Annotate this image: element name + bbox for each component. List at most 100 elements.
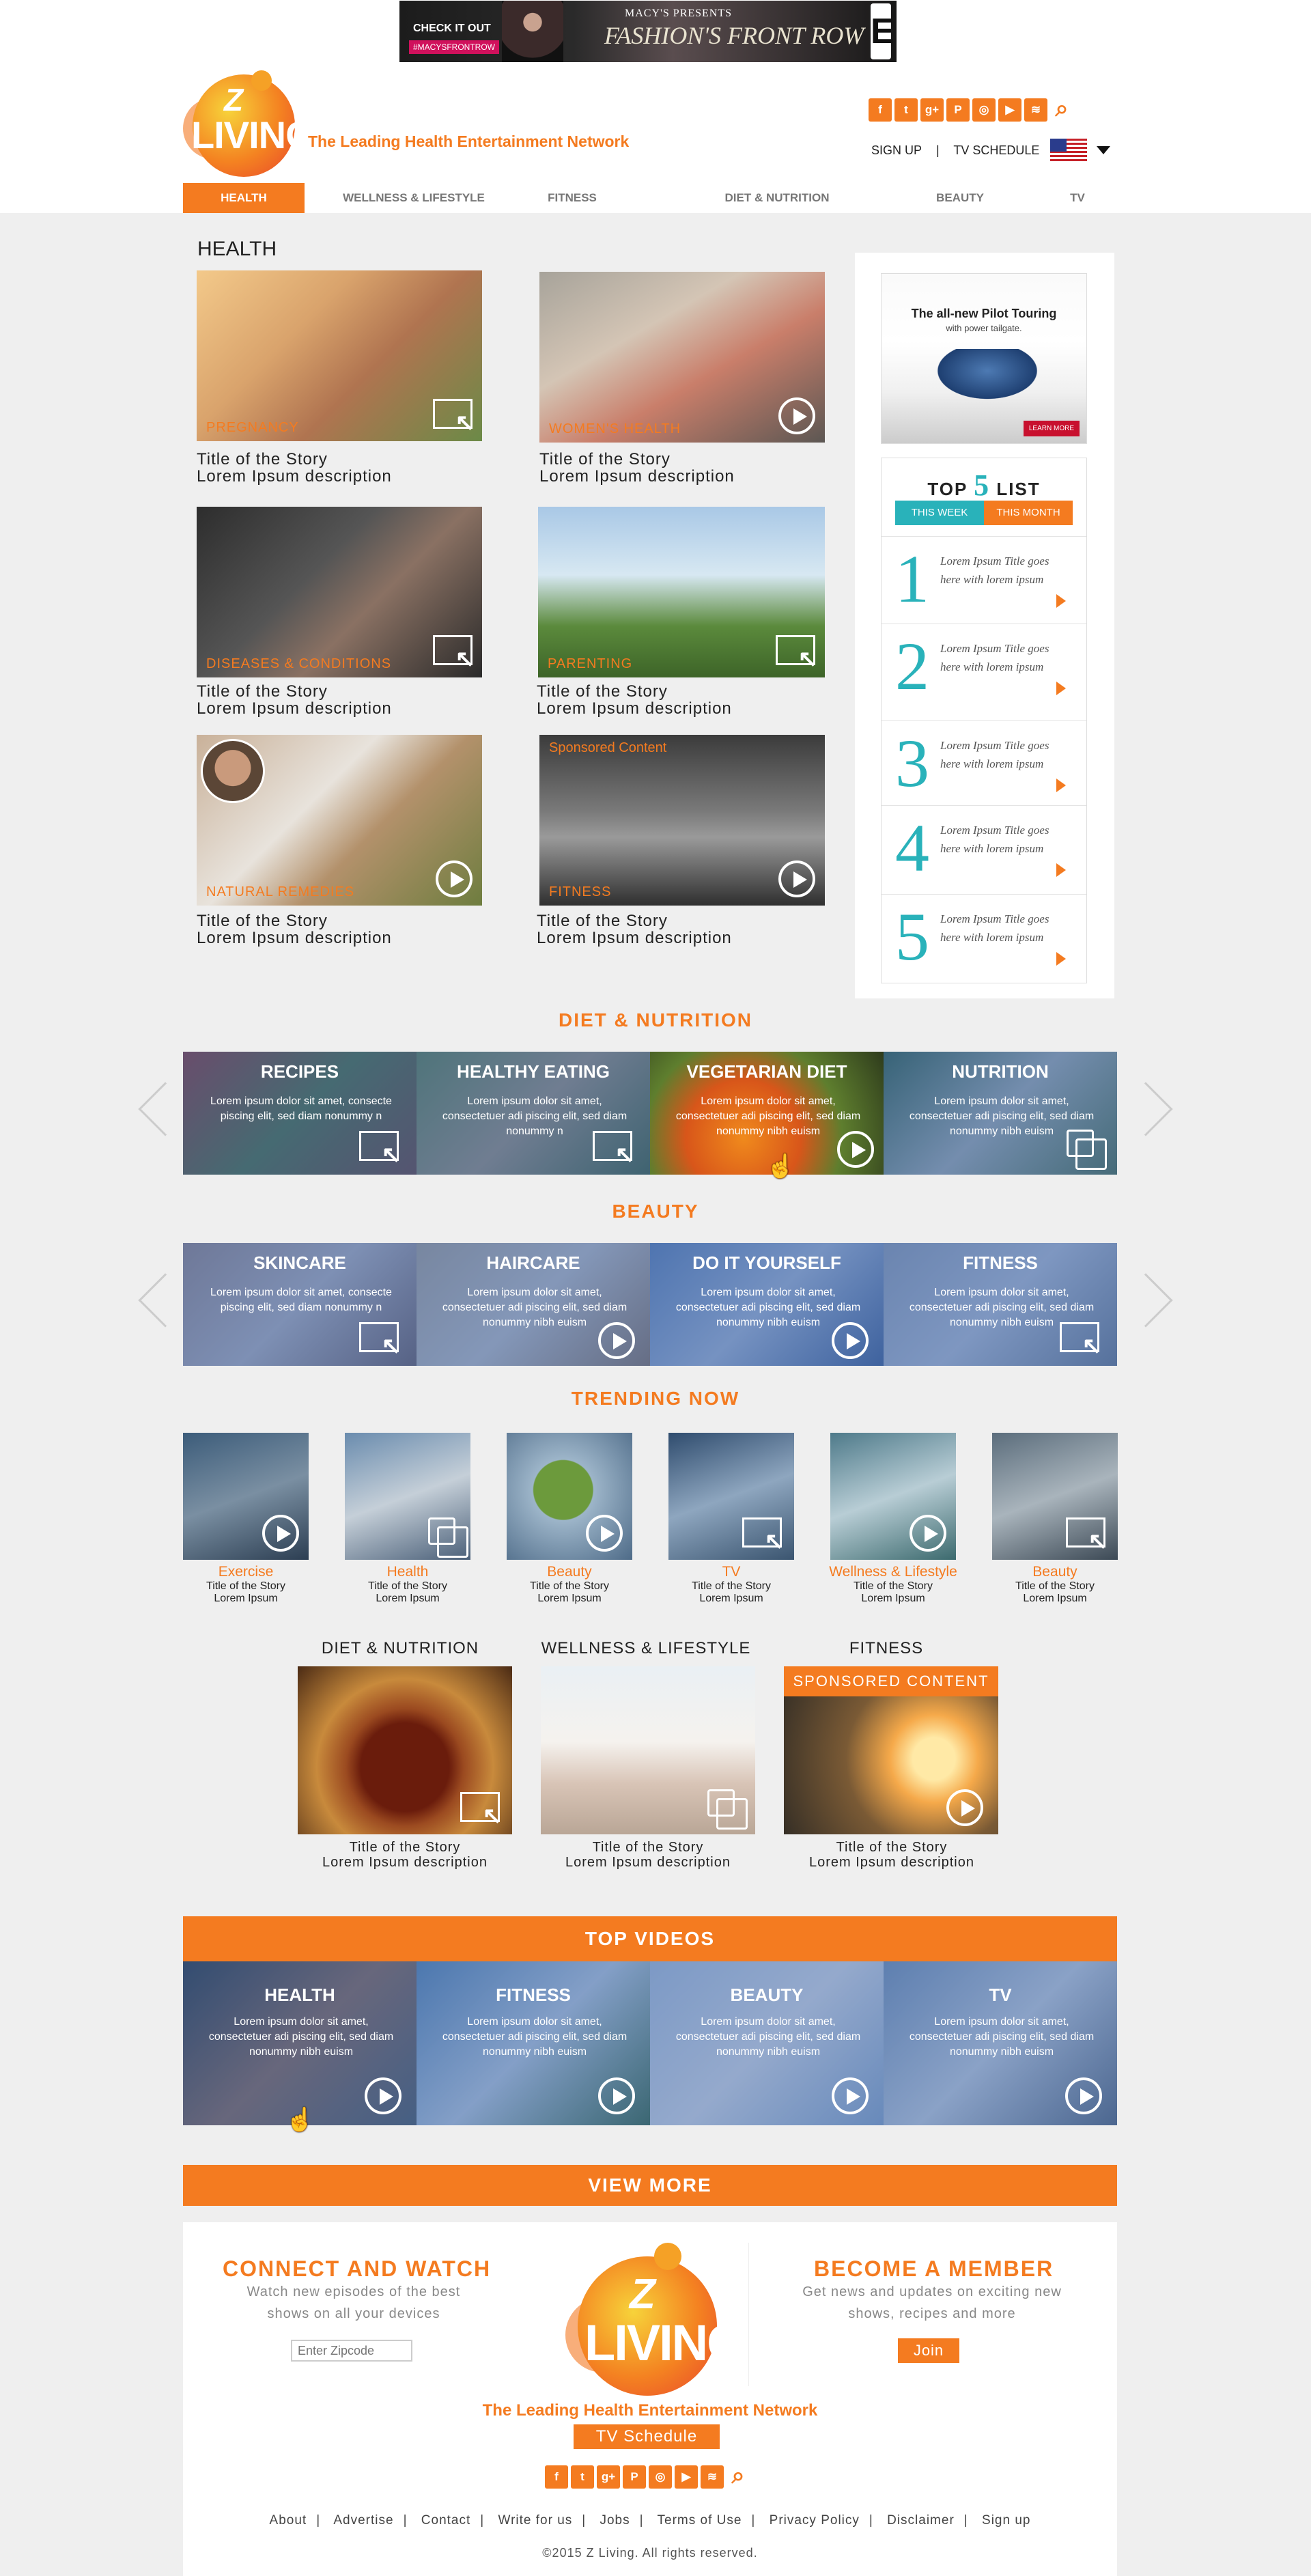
health-card-natural-remedies[interactable]: NATURAL REMEDIES (197, 735, 482, 906)
google-plus-icon[interactable]: g+ (920, 98, 944, 122)
health-card-text[interactable]: Title of the Story Lorem Ipsum descripti… (197, 451, 392, 485)
trending-item-image[interactable] (345, 1433, 470, 1560)
trending-category[interactable]: Exercise (164, 1564, 328, 1580)
zipcode-input[interactable] (291, 2340, 412, 2362)
trending-category[interactable]: Beauty (488, 1564, 651, 1580)
twitter-icon[interactable]: t (571, 2465, 594, 2489)
health-card-diseases-conditions[interactable]: DISEASES & CONDITIONS (197, 507, 482, 677)
health-card-text[interactable]: Title of the Story Lorem Ipsum descripti… (537, 683, 732, 717)
ad-learn-more-button[interactable]: LEARN MORE (1023, 421, 1080, 436)
trending-category[interactable]: Health (326, 1564, 490, 1580)
video-slide-fitness[interactable]: FITNESS Lorem ipsum dolor sit amet, cons… (417, 1961, 650, 2125)
featured-heading[interactable]: WELLNESS & LIFESTYLE (523, 1639, 769, 1658)
nav-fitness[interactable]: FITNESS (524, 183, 620, 213)
footer-link-contact[interactable]: Contact (421, 2513, 470, 2528)
view-more-button[interactable]: VIEW MORE (183, 2165, 1117, 2206)
rss-icon[interactable]: ≋ (701, 2465, 724, 2489)
tab-this-week[interactable]: THIS WEEK (895, 501, 984, 525)
diet-slide-nutrition[interactable]: NUTRITION Lorem ipsum dolor sit amet, co… (884, 1052, 1117, 1175)
car-ad[interactable]: The all-new Pilot Touring with power tai… (881, 273, 1087, 444)
featured-image[interactable]: SPONSORED CONTENT (784, 1666, 998, 1834)
facebook-icon[interactable]: f (869, 98, 892, 122)
beauty-slide-do-it-yourself[interactable]: DO IT YOURSELF Lorem ipsum dolor sit ame… (650, 1243, 884, 1366)
youtube-icon[interactable]: ▶ (675, 2465, 698, 2489)
sign-up-link[interactable]: SIGN UP (871, 143, 922, 157)
trending-category[interactable]: TV (649, 1564, 813, 1580)
youtube-icon[interactable]: ▶ (998, 98, 1021, 122)
instagram-icon[interactable]: ◎ (972, 98, 996, 122)
featured-heading[interactable]: FITNESS (763, 1639, 1009, 1658)
play-icon (778, 397, 815, 434)
footer-link-write-for-us[interactable]: Write for us (498, 2513, 572, 2528)
member-title: BECOME A MEMBER (814, 2256, 1054, 2281)
story-title: Title of the Story (692, 1580, 771, 1592)
diet-slide-recipes[interactable]: RECIPES Lorem ipsum dolor sit amet, cons… (183, 1052, 417, 1175)
search-icon[interactable]: ⌕ (727, 2464, 750, 2489)
footer-link-privacy[interactable]: Privacy Policy (770, 2513, 860, 2528)
top-ad-banner[interactable]: CHECK IT OUT #MACYSFRONTROW MACY'S PRESE… (399, 1, 897, 62)
beauty-slide-skincare[interactable]: SKINCARE Lorem ipsum dolor sit amet, con… (183, 1243, 417, 1366)
trending-category[interactable]: Beauty (973, 1564, 1137, 1580)
join-button[interactable]: Join (898, 2338, 959, 2363)
health-card-pregnancy[interactable]: PREGNANCY (197, 270, 482, 441)
top5-item[interactable]: 4 Lorem Ipsum Title goes here with lorem… (882, 805, 1086, 893)
rss-icon[interactable]: ≋ (1024, 98, 1047, 122)
beauty-slide-fitness[interactable]: FITNESS Lorem ipsum dolor sit amet, cons… (884, 1243, 1117, 1366)
trending-item-image[interactable] (992, 1433, 1118, 1560)
featured-heading[interactable]: DIET & NUTRITION (277, 1639, 523, 1658)
health-card-womens-health[interactable]: WOMEN'S HEALTH (539, 272, 825, 443)
trending-text: Title of the Story Lorem Ipsum (164, 1580, 328, 1605)
pinterest-icon[interactable]: P (946, 98, 970, 122)
pinterest-icon[interactable]: P (623, 2465, 646, 2489)
google-plus-icon[interactable]: g+ (597, 2465, 620, 2489)
ad-subline: with power tailgate. (946, 323, 1022, 333)
tv-schedule-button[interactable]: TV Schedule (574, 2424, 720, 2449)
video-slide-health[interactable]: HEALTH Lorem ipsum dolor sit amet, conse… (183, 1961, 417, 2125)
slideshow-icon (460, 1792, 502, 1830)
trending-item-image[interactable] (668, 1433, 794, 1560)
video-slide-beauty[interactable]: BEAUTY Lorem ipsum dolor sit amet, conse… (650, 1961, 884, 2125)
twitter-icon[interactable]: t (894, 98, 918, 122)
carousel-next-icon[interactable] (1118, 1082, 1173, 1136)
footer-link-about[interactable]: About (270, 2513, 307, 2528)
health-card-text[interactable]: Title of the Story Lorem Ipsum descripti… (537, 912, 732, 947)
search-icon[interactable]: ⌕ (1050, 97, 1073, 122)
health-card-text[interactable]: Title of the Story Lorem Ipsum descripti… (197, 683, 392, 717)
video-slide-tv[interactable]: TV Lorem ipsum dolor sit amet, consectet… (884, 1961, 1117, 2125)
tab-this-month[interactable]: THIS MONTH (984, 501, 1073, 525)
trending-item-image[interactable] (830, 1433, 956, 1560)
footer-link-jobs[interactable]: Jobs (600, 2513, 630, 2528)
us-flag-icon[interactable] (1050, 139, 1087, 163)
top5-item[interactable]: 3 Lorem Ipsum Title goes here with lorem… (882, 720, 1086, 808)
footer-link-terms[interactable]: Terms of Use (658, 2513, 742, 2528)
trending-item-image[interactable] (183, 1433, 309, 1560)
top5-item[interactable]: 5 Lorem Ipsum Title goes here with lorem… (882, 894, 1086, 981)
footer-link-advertise[interactable]: Advertise (333, 2513, 393, 2528)
nav-tv[interactable]: TV (1050, 183, 1105, 213)
nav-wellness-lifestyle[interactable]: WELLNESS & LIFESTYLE (332, 183, 496, 213)
footer-logo[interactable]: Z LIVING (565, 2243, 746, 2407)
footer-link-sign-up[interactable]: Sign up (982, 2513, 1030, 2528)
chevron-down-icon[interactable] (1097, 146, 1110, 154)
facebook-icon[interactable]: f (545, 2465, 568, 2489)
trending-category[interactable]: Wellness & Lifestyle (811, 1564, 975, 1580)
carousel-next-icon[interactable] (1118, 1273, 1173, 1328)
trending-item-image[interactable] (507, 1433, 632, 1560)
health-card-text[interactable]: Title of the Story Lorem Ipsum descripti… (539, 451, 735, 485)
health-card-text[interactable]: Title of the Story Lorem Ipsum descripti… (197, 912, 392, 947)
footer-link-disclaimer[interactable]: Disclaimer (887, 2513, 955, 2528)
nav-diet-nutrition[interactable]: DIET & NUTRITION (709, 183, 845, 213)
instagram-icon[interactable]: ◎ (649, 2465, 672, 2489)
diet-slide-healthy-eating[interactable]: HEALTHY EATING Lorem ipsum dolor sit ame… (417, 1052, 650, 1175)
site-logo[interactable]: Z LIVING (183, 70, 315, 180)
health-card-fitness[interactable]: Sponsored Content FITNESS (539, 735, 825, 906)
beauty-slide-haircare[interactable]: HAIRCARE Lorem ipsum dolor sit amet, con… (417, 1243, 650, 1366)
featured-image[interactable] (541, 1666, 755, 1834)
nav-beauty[interactable]: BEAUTY (912, 183, 1008, 213)
top5-item[interactable]: 1 Lorem Ipsum Title goes here with lorem… (882, 536, 1086, 624)
top5-item[interactable]: 2 Lorem Ipsum Title goes here with lorem… (882, 624, 1086, 711)
nav-health[interactable]: HEALTH (183, 183, 305, 213)
tv-schedule-link[interactable]: TV SCHEDULE (953, 143, 1039, 157)
featured-image[interactable] (298, 1666, 512, 1834)
health-card-parenting[interactable]: PARENTING (538, 507, 825, 677)
